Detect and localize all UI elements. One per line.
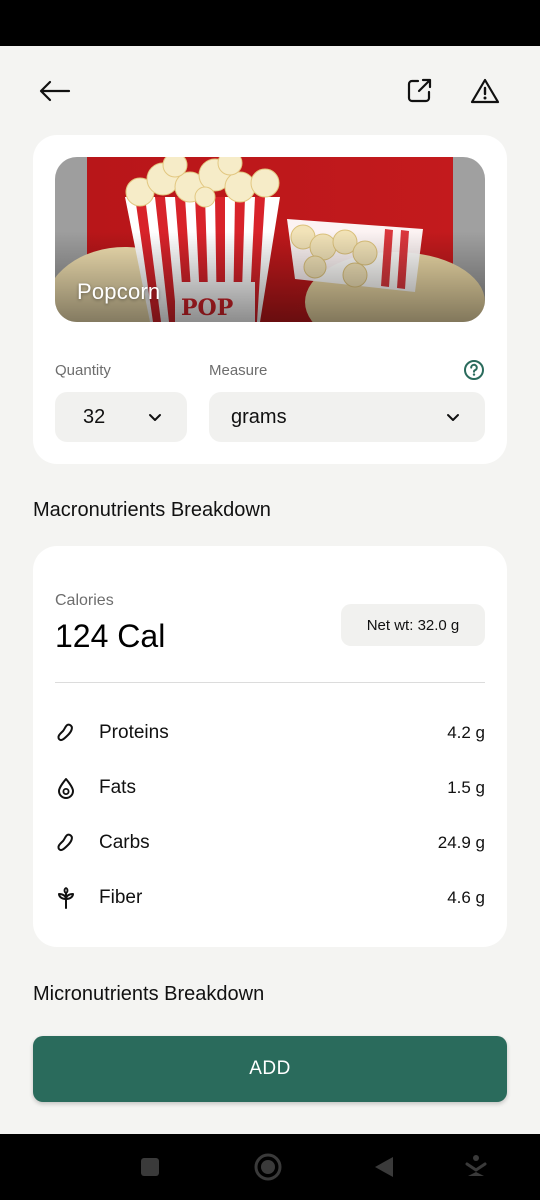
food-name: Popcorn bbox=[77, 279, 161, 304]
drop-icon bbox=[58, 778, 74, 799]
quantity-value: 32 bbox=[83, 405, 106, 428]
arrow-left-icon bbox=[39, 80, 71, 102]
nutrient-name: Fats bbox=[99, 777, 136, 798]
chevron-down-icon bbox=[149, 414, 161, 421]
back-nav-button[interactable] bbox=[368, 1151, 400, 1183]
macronutrients-title: Macronutrients Breakdown bbox=[33, 499, 271, 521]
download-icon bbox=[465, 1155, 487, 1176]
triangle-back-icon bbox=[375, 1157, 393, 1177]
bean-icon bbox=[57, 723, 73, 742]
food-image: POP Popcorn bbox=[55, 157, 485, 322]
help-icon[interactable] bbox=[463, 359, 485, 381]
nutrient-value: 4.6 g bbox=[447, 888, 485, 907]
assist-button[interactable] bbox=[460, 1151, 492, 1183]
micronutrients-title[interactable]: Micronutrients Breakdown bbox=[33, 983, 264, 1006]
measure-label: Measure bbox=[209, 362, 268, 379]
home-button[interactable] bbox=[252, 1151, 284, 1183]
macronutrients-card: Calories 124 Cal Net wt: 32.0 g Proteins… bbox=[33, 546, 507, 947]
top-app-bar bbox=[0, 46, 540, 136]
nutrient-name: Fiber bbox=[99, 887, 143, 908]
nutrient-name: Carbs bbox=[99, 832, 150, 853]
measure-value: grams bbox=[231, 405, 287, 428]
calories-label: Calories bbox=[55, 592, 114, 609]
nutrient-row-proteins: Proteins 4.2 g bbox=[55, 713, 485, 753]
chevron-down-icon bbox=[447, 414, 459, 421]
sprout-icon bbox=[58, 887, 74, 909]
food-card: POP Popcorn Quantity Measure bbox=[33, 135, 507, 464]
nutrient-row-fiber: Fiber 4.6 g bbox=[55, 878, 485, 918]
divider bbox=[55, 682, 485, 683]
nutrient-value: 1.5 g bbox=[447, 778, 485, 797]
nutrient-value: 4.2 g bbox=[447, 723, 485, 742]
back-button[interactable] bbox=[33, 69, 77, 113]
nutrient-value: 24.9 g bbox=[437, 833, 485, 852]
square-icon bbox=[141, 1158, 159, 1176]
warning-icon bbox=[470, 78, 500, 104]
quantity-label: Quantity bbox=[55, 362, 111, 379]
calories-value: 124 Cal bbox=[55, 618, 166, 654]
share-button[interactable] bbox=[397, 69, 441, 113]
report-button[interactable] bbox=[463, 69, 507, 113]
add-button[interactable]: ADD bbox=[33, 1036, 507, 1102]
net-weight-badge: Net wt: 32.0 g bbox=[341, 604, 485, 646]
system-nav-bar bbox=[0, 1134, 540, 1200]
nutrient-row-fats: Fats 1.5 g bbox=[55, 768, 485, 808]
measure-select[interactable]: grams bbox=[209, 392, 485, 442]
status-bar bbox=[0, 0, 540, 46]
nutrient-name: Proteins bbox=[99, 722, 169, 743]
circle-home-icon bbox=[254, 1153, 282, 1181]
bean-icon bbox=[57, 833, 73, 852]
external-link-icon bbox=[407, 78, 432, 103]
recents-button[interactable] bbox=[134, 1151, 166, 1183]
quantity-select[interactable]: 32 bbox=[55, 392, 187, 442]
nutrient-row-carbs: Carbs 24.9 g bbox=[55, 823, 485, 863]
